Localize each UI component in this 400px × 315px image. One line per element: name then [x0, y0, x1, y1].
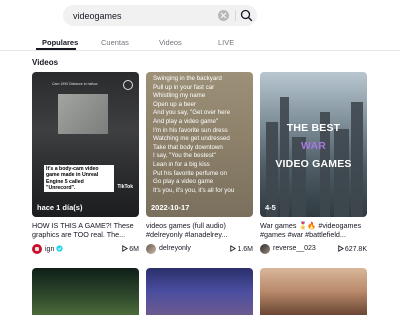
- tab-cuentas[interactable]: Cuentas: [101, 38, 129, 47]
- username[interactable]: delreyonly: [159, 245, 191, 252]
- username-text: ign: [45, 246, 55, 253]
- thumbnail-scene: [58, 94, 108, 134]
- lyric-line: I'm in his favorite sun dress: [153, 126, 228, 134]
- video-meta: reverse__023 627.8K: [260, 244, 367, 255]
- video-meta: ign 6M: [32, 244, 139, 255]
- lyric-line: Swinging in the backyard: [153, 75, 222, 82]
- search-icon: [240, 9, 253, 22]
- lyric-line: Pull up in your fast car: [153, 83, 215, 91]
- view-count-text: 627.8K: [344, 246, 367, 253]
- thumbnail-headline: THE BEST WAR VIDEO GAMES: [260, 119, 367, 173]
- thumbnail-overlay-text: Cam 1990 Distance to hallow: [52, 82, 98, 86]
- play-icon: [122, 245, 129, 252]
- play-icon: [338, 245, 344, 252]
- verified-icon: [56, 245, 63, 252]
- video-meta: delreyonly 1.6M: [146, 244, 253, 255]
- lyric-line: Open up a beer: [153, 100, 197, 108]
- lyric-line: And play a video game": [153, 117, 219, 125]
- video-date-badge: hace 1 día(s): [37, 203, 83, 212]
- lyric-line: Go play a video game: [153, 178, 214, 186]
- lyric-line: And you say, "Get over here: [153, 109, 231, 117]
- view-count: 627.8K: [337, 245, 367, 253]
- avatar[interactable]: [32, 244, 42, 254]
- lyric-line: Take that body downtown: [153, 143, 223, 151]
- lyric-line: Put his favorite perfume on: [153, 169, 227, 177]
- headline-line: THE BEST: [286, 122, 341, 134]
- headline-line: WAR: [300, 140, 327, 152]
- search-bar: [63, 5, 257, 26]
- video-date-badge: 4-5: [265, 203, 276, 212]
- search-input[interactable]: [73, 9, 213, 22]
- thumbnail-lyrics: Swinging in the backyard Pull up in your …: [153, 75, 249, 195]
- section-title: Videos: [32, 58, 59, 67]
- view-count-text: 6M: [129, 246, 139, 253]
- username[interactable]: ign: [45, 245, 63, 253]
- tab-populares[interactable]: Populares: [42, 38, 78, 47]
- tabs-divider: [0, 50, 400, 51]
- search-divider: [235, 10, 236, 21]
- lyric-line: It's you, it's you, it's all for you: [153, 186, 235, 194]
- video-thumbnail[interactable]: [260, 268, 367, 315]
- tab-live[interactable]: LIVE: [218, 38, 234, 47]
- crosshair-icon: [123, 80, 133, 90]
- view-count: 1.6M: [229, 245, 253, 253]
- lyric-line: Watching me get undressed: [153, 135, 230, 143]
- tiktok-watermark: TikTok: [117, 184, 133, 190]
- avatar[interactable]: [260, 244, 270, 254]
- video-card[interactable]: THE BEST WAR VIDEO GAMES 4-5 War games 🎖…: [260, 72, 367, 255]
- video-thumbnail[interactable]: THE BEST WAR VIDEO GAMES 4-5: [260, 72, 367, 217]
- lyric-line: I say, "You the bestest": [153, 152, 216, 160]
- video-caption[interactable]: videos games (full audio) #delreyonly #l…: [146, 221, 253, 240]
- video-thumbnail[interactable]: Cam 1990 Distance to hallow It's a body-…: [32, 72, 139, 217]
- avatar[interactable]: [146, 244, 156, 254]
- video-thumbnail[interactable]: [32, 268, 139, 315]
- tab-videos[interactable]: Videos: [159, 38, 182, 47]
- view-count: 6M: [121, 245, 139, 253]
- username[interactable]: reverse__023: [273, 245, 316, 252]
- search-button[interactable]: [239, 8, 254, 23]
- clear-search-button[interactable]: [218, 10, 229, 21]
- headline-line: VIDEO GAMES: [275, 158, 352, 170]
- thumbnail-subtitle: It's a body-cam video game made in Unrea…: [44, 165, 114, 193]
- video-card[interactable]: Swinging in the backyard Pull up in your …: [146, 72, 253, 255]
- view-count-text: 1.6M: [237, 246, 253, 253]
- video-thumbnail[interactable]: [146, 268, 253, 315]
- video-caption[interactable]: War games 🎖️🔥 #videogames #games #war #b…: [260, 221, 367, 240]
- video-caption[interactable]: HOW IS THIS A GAME?! These graphics are …: [32, 221, 139, 240]
- lyric-line: Whistling my name: [153, 92, 206, 100]
- video-thumbnail[interactable]: Swinging in the backyard Pull up in your …: [146, 72, 253, 217]
- play-icon: [230, 245, 237, 252]
- video-card[interactable]: Cam 1990 Distance to hallow It's a body-…: [32, 72, 139, 255]
- video-date-badge: 2022-10-17: [151, 203, 190, 212]
- lyric-line: Lean in for a big kiss: [153, 160, 210, 168]
